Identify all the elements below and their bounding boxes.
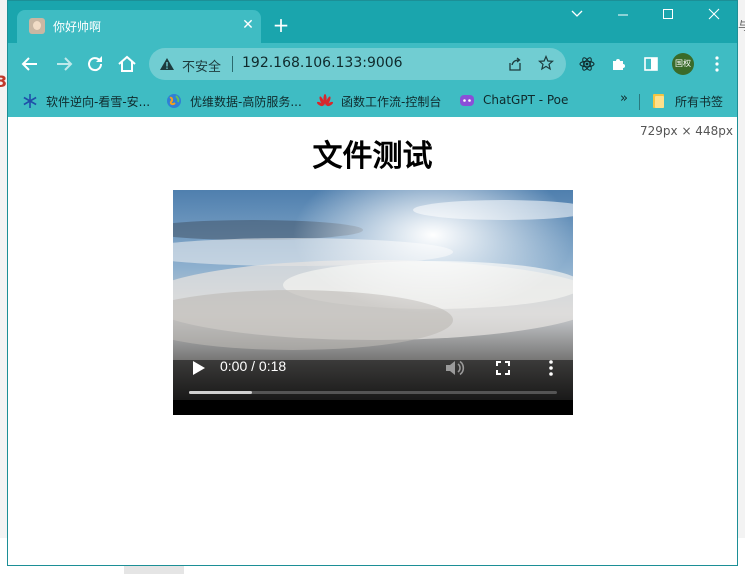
tab-close-icon[interactable]: ✕	[239, 16, 257, 34]
snowflake-icon	[23, 94, 37, 108]
reload-icon	[88, 56, 103, 72]
folder-icon	[653, 94, 664, 108]
home-button[interactable]	[115, 52, 139, 76]
chevron-down-icon	[571, 10, 583, 17]
star-icon	[538, 55, 554, 71]
bookmarks-bar: 软件逆向-看雪-安... 优维数据-高防服务... 函数工作流-控制台 Chat…	[8, 85, 737, 117]
close-window-button[interactable]	[699, 7, 729, 27]
background-thumbnail	[124, 566, 184, 574]
minimize-icon	[618, 14, 628, 16]
bookmark-label: 函数工作流-控制台	[341, 95, 442, 109]
bookmark-label: 优维数据-高防服务...	[190, 95, 302, 109]
maximize-button[interactable]	[653, 7, 683, 27]
browser-window: 你好帅啊 ✕ + 不安全 192.168.106.133:9006 国权 软件逆…	[7, 0, 738, 566]
tab-search-button[interactable]	[562, 7, 592, 27]
bookmark-label: ChatGPT - Poe	[483, 93, 569, 107]
video-time: 0:00 / 0:18	[220, 358, 287, 374]
tab-title: 你好帅啊	[53, 20, 102, 34]
address-separator	[232, 56, 233, 72]
page-title: 文件测试	[312, 139, 433, 174]
bookmarks-separator	[639, 94, 640, 110]
home-icon	[118, 55, 136, 72]
video-player[interactable]: 0:00 / 0:18	[173, 190, 573, 415]
reload-button[interactable]	[83, 52, 107, 76]
video-buffered-progress	[189, 391, 252, 394]
share-icon	[509, 57, 521, 71]
globe-icon	[167, 94, 181, 108]
more-vertical-icon[interactable]	[709, 55, 725, 73]
extensions-puzzle-icon[interactable]	[611, 56, 627, 72]
arrow-right-icon	[57, 57, 73, 71]
tab-favicon-icon	[29, 18, 45, 34]
more-bookmarks-button[interactable]: »	[620, 91, 628, 106]
react-devtools-icon[interactable]	[579, 56, 595, 72]
not-secure-label[interactable]: 不安全	[182, 56, 221, 75]
navigation-toolbar: 不安全 192.168.106.133:9006 国权	[8, 43, 737, 85]
huawei-icon	[317, 94, 333, 107]
title-bar: 你好帅啊 ✕ +	[8, 1, 737, 43]
active-tab[interactable]: 你好帅啊 ✕	[17, 10, 261, 43]
warning-icon	[160, 58, 174, 70]
background-right-text: 与	[738, 19, 745, 33]
video-seek-bar[interactable]	[189, 391, 557, 394]
play-icon[interactable]	[188, 358, 208, 378]
volume-icon[interactable]	[443, 358, 465, 378]
minimize-button[interactable]	[608, 7, 638, 27]
maximize-icon	[663, 9, 673, 19]
new-tab-button[interactable]: +	[270, 14, 292, 36]
all-bookmarks-label: 所有书签	[675, 95, 724, 109]
video-frame	[173, 190, 573, 415]
forward-button[interactable]	[52, 52, 76, 76]
video-options-icon[interactable]	[541, 358, 561, 378]
back-button[interactable]	[18, 52, 42, 76]
url-text[interactable]: 192.168.106.133:9006	[242, 55, 403, 71]
close-icon	[708, 8, 720, 20]
page-viewport: 729px × 448px 文件测试 0:00 / 0:18	[8, 117, 737, 565]
side-panel-icon[interactable]	[643, 56, 659, 72]
bookmark-label: 软件逆向-看雪-安...	[46, 95, 151, 109]
address-bar[interactable]: 不安全 192.168.106.133:9006	[149, 48, 566, 80]
profile-avatar[interactable]: 国权	[672, 53, 694, 75]
poe-icon	[460, 95, 474, 106]
arrow-left-icon	[21, 57, 37, 71]
fullscreen-icon[interactable]	[493, 358, 513, 378]
